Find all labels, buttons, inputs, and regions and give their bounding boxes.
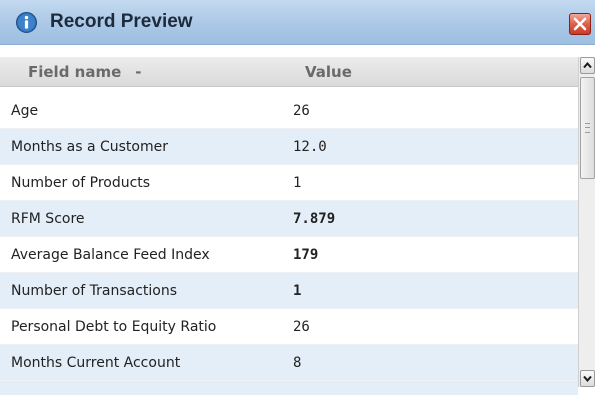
vertical-scrollbar[interactable] xyxy=(578,57,595,387)
scroll-down-button[interactable] xyxy=(580,370,595,387)
value-cell: 1 xyxy=(293,283,302,299)
info-icon xyxy=(16,12,37,33)
scroll-thumb-grip xyxy=(585,123,590,133)
value-cell: 26 xyxy=(293,103,310,119)
chevron-up-icon xyxy=(583,61,592,69)
column-header-value[interactable]: Value xyxy=(305,57,352,87)
field-name-cell: Average Balance Feed Index xyxy=(11,247,210,263)
table-row[interactable]: RFM Score 7.879 xyxy=(0,201,578,237)
table-row[interactable]: Months Current Account 8 xyxy=(0,345,578,381)
column-header-field-name[interactable]: Field name - xyxy=(28,57,142,87)
value-cell: 12.0 xyxy=(293,139,327,155)
field-name-cell: Age xyxy=(11,103,39,119)
field-name-cell: RFM Score xyxy=(11,211,85,227)
value-cell: 8 xyxy=(293,355,302,371)
close-x-icon xyxy=(573,17,587,31)
table-row[interactable]: Number of Products 1 xyxy=(0,165,578,201)
field-name-cell: Personal Debt to Equity Ratio xyxy=(11,319,217,335)
table-row[interactable]: Average Balance Feed Index 179 xyxy=(0,237,578,273)
title-bar[interactable]: Record Preview xyxy=(0,0,595,45)
table-bottom-strip xyxy=(0,381,578,395)
value-cell: 179 xyxy=(293,247,319,263)
table-row[interactable]: Personal Debt to Equity Ratio 26 xyxy=(0,309,578,345)
value-cell: 26 xyxy=(293,319,310,335)
table-row[interactable]: Age 26 xyxy=(0,93,578,129)
field-name-cell: Number of Products xyxy=(11,175,151,191)
window-title: Record Preview xyxy=(50,11,193,32)
value-cell: 7.879 xyxy=(293,211,336,227)
column-header-field-name-label: Field name xyxy=(28,63,122,81)
table-row[interactable]: Number of Transactions 1 xyxy=(0,273,578,309)
value-cell: 1 xyxy=(293,175,302,191)
field-name-cell: Months Current Account xyxy=(11,355,181,371)
record-preview-window: Record Preview Field name - Value Age 26 Mo… xyxy=(0,0,595,395)
table-row[interactable]: Months as a Customer 12.0 xyxy=(0,129,578,165)
chevron-down-icon xyxy=(583,375,592,383)
field-name-cell: Months as a Customer xyxy=(11,139,168,155)
table-header: Field name - Value xyxy=(0,57,578,87)
scroll-thumb[interactable] xyxy=(580,77,595,179)
close-button[interactable] xyxy=(569,13,591,35)
scroll-up-button[interactable] xyxy=(580,57,595,74)
sort-indicator: - xyxy=(135,63,142,81)
field-name-cell: Number of Transactions xyxy=(11,283,178,299)
